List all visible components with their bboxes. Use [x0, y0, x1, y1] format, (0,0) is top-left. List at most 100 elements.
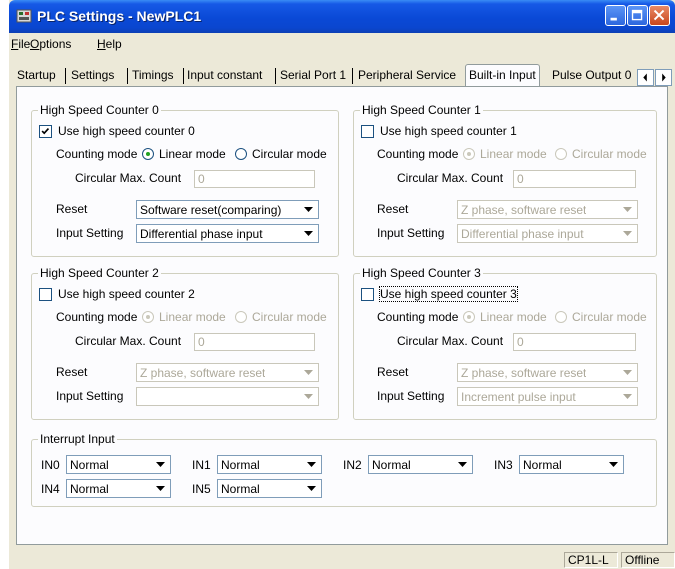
input-setting-select[interactable]: Increment pulse input	[457, 387, 638, 406]
circular-mode-radio[interactable]	[555, 311, 567, 323]
reset-select[interactable]: Z phase, software reset	[457, 200, 638, 219]
dropdown-button[interactable]	[300, 365, 317, 380]
circular-mode-radio[interactable]	[235, 311, 247, 323]
group-title: Interrupt Input	[38, 432, 117, 446]
linear-mode-radio[interactable]	[463, 148, 475, 160]
circular-max-count-input[interactable]: 0	[194, 333, 315, 351]
menu-options[interactable]: Options	[30, 37, 71, 51]
circular-mode-label[interactable]: Circular mode	[572, 310, 647, 324]
dropdown-button[interactable]	[152, 481, 169, 496]
use-counter-3-label[interactable]: Use high speed counter 3	[379, 286, 518, 302]
circular-mode-radio[interactable]	[235, 148, 247, 160]
dropdown-button[interactable]	[619, 202, 636, 217]
dropdown-button[interactable]	[619, 389, 636, 404]
linear-mode-label[interactable]: Linear mode	[480, 310, 547, 324]
input-setting-label: Input Setting	[56, 389, 124, 403]
dropdown-button[interactable]	[152, 457, 169, 472]
circular-mode-label[interactable]: Circular mode	[252, 147, 327, 161]
linear-mode-label[interactable]: Linear mode	[159, 147, 226, 161]
dropdown-button[interactable]	[303, 481, 320, 496]
linear-mode-label[interactable]: Linear mode	[159, 310, 226, 324]
high-speed-counter-0-group: High Speed Counter 0 Use high speed coun…	[31, 103, 339, 257]
circular-max-count-label: Circular Max. Count	[75, 171, 182, 185]
input-setting-select[interactable]: Differential phase input	[457, 224, 638, 243]
linear-mode-radio[interactable]	[463, 311, 475, 323]
use-counter-2-label[interactable]: Use high speed counter 2	[58, 287, 195, 301]
minimize-button[interactable]	[605, 5, 626, 26]
tab-input-constant[interactable]: Input constant	[187, 68, 262, 86]
reset-select-value: Z phase, software reset	[461, 366, 587, 380]
group-title: High Speed Counter 3	[360, 266, 483, 280]
tab-pulse-output-0[interactable]: Pulse Output 0	[552, 68, 631, 86]
use-counter-0-checkbox[interactable]	[39, 125, 52, 138]
status-bar: CP1L-L Offline	[9, 549, 675, 569]
chevron-down-icon	[304, 207, 313, 212]
reset-label: Reset	[56, 365, 88, 379]
high-speed-counter-2-group: High Speed Counter 2 Use high speed coun…	[31, 266, 339, 420]
linear-mode-radio[interactable]	[142, 311, 154, 323]
circular-max-count-input[interactable]: 0	[513, 333, 636, 351]
linear-mode-radio[interactable]	[142, 148, 154, 160]
linear-mode-label[interactable]: Linear mode	[480, 147, 547, 161]
chevron-down-icon	[458, 462, 467, 467]
tab-scroll-right[interactable]	[655, 69, 672, 86]
counting-mode-label: Counting mode	[377, 310, 459, 324]
close-button[interactable]	[649, 5, 670, 26]
title-bar[interactable]: PLC Settings - NewPLC1	[9, 0, 675, 33]
tab-settings[interactable]: Settings	[71, 68, 114, 86]
dropdown-button[interactable]	[619, 226, 636, 241]
maximize-icon	[631, 9, 643, 21]
dropdown-button[interactable]	[605, 457, 622, 472]
circular-mode-radio[interactable]	[555, 148, 567, 160]
in2-label: IN2	[343, 458, 362, 472]
input-setting-label: Input Setting	[377, 226, 445, 240]
menu-file[interactable]: File	[11, 37, 30, 51]
use-counter-1-checkbox[interactable]	[361, 125, 374, 138]
tab-serial-port-1[interactable]: Serial Port 1	[280, 68, 346, 86]
use-counter-1-label[interactable]: Use high speed counter 1	[380, 124, 517, 138]
menu-help-rest: elp	[105, 37, 122, 51]
tab-built-in-input[interactable]: Built-in Input	[465, 64, 540, 87]
input-setting-select[interactable]: Differential phase input	[136, 224, 319, 243]
in2-select[interactable]: Normal	[368, 455, 473, 474]
in0-select[interactable]: Normal	[66, 455, 171, 474]
dropdown-button[interactable]	[303, 457, 320, 472]
menu-help[interactable]: Help	[97, 37, 122, 51]
in3-select[interactable]: Normal	[519, 455, 624, 474]
dropdown-button[interactable]	[300, 226, 317, 241]
input-setting-select-value: Differential phase input	[140, 227, 263, 241]
input-setting-label: Input Setting	[377, 389, 445, 403]
circular-mode-label[interactable]: Circular mode	[252, 310, 327, 324]
circular-mode-label[interactable]: Circular mode	[572, 147, 647, 161]
tab-startup[interactable]: Startup	[17, 68, 56, 86]
in5-select-value: Normal	[221, 482, 260, 496]
reset-select[interactable]: Software reset(comparing)	[136, 200, 319, 219]
in5-select[interactable]: Normal	[217, 479, 322, 498]
in1-select-value: Normal	[221, 458, 260, 472]
circular-max-count-input[interactable]: 0	[194, 170, 315, 188]
in1-select[interactable]: Normal	[217, 455, 322, 474]
input-setting-select[interactable]	[136, 387, 319, 406]
circular-max-count-input[interactable]: 0	[513, 170, 636, 188]
dropdown-button[interactable]	[300, 389, 317, 404]
dropdown-button[interactable]	[300, 202, 317, 217]
reset-select-value: Z phase, software reset	[140, 366, 266, 380]
use-counter-3-checkbox[interactable]	[361, 288, 374, 301]
group-title: High Speed Counter 2	[38, 266, 161, 280]
use-counter-0-label[interactable]: Use high speed counter 0	[58, 124, 195, 138]
menu-file-rest: ile	[18, 37, 31, 51]
chevron-down-icon	[304, 394, 313, 399]
reset-select[interactable]: Z phase, software reset	[136, 363, 319, 382]
reset-select[interactable]: Z phase, software reset	[457, 363, 638, 382]
maximize-button[interactable]	[627, 5, 648, 26]
dropdown-button[interactable]	[454, 457, 471, 472]
in0-label: IN0	[41, 458, 60, 472]
tab-peripheral-service[interactable]: Peripheral Service	[358, 68, 456, 86]
use-counter-2-checkbox[interactable]	[39, 288, 52, 301]
tab-separator	[183, 68, 184, 84]
tab-timings[interactable]: Timings	[132, 68, 174, 86]
in4-select[interactable]: Normal	[66, 479, 171, 498]
dropdown-button[interactable]	[619, 365, 636, 380]
chevron-down-icon	[156, 462, 165, 467]
tab-scroll-left[interactable]	[637, 69, 654, 86]
